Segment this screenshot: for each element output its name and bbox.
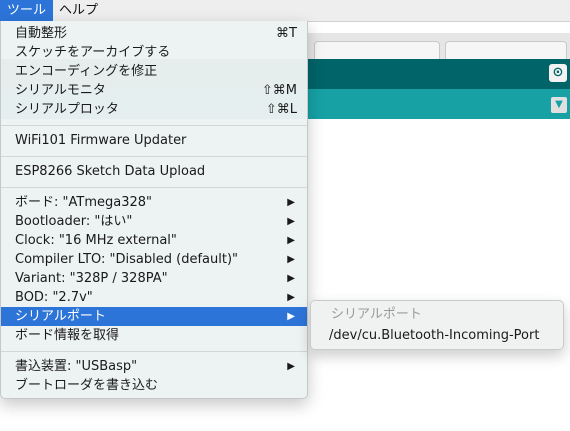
shortcut-label: ⌘T bbox=[276, 26, 297, 41]
port-item[interactable]: /dev/cu.Bluetooth-Incoming-Port bbox=[311, 326, 563, 346]
serial-monitor-icon[interactable]: ⊙ bbox=[549, 64, 567, 82]
menu-item-label: ブートローダを書き込む bbox=[15, 378, 159, 393]
submenu-arrow-icon: ▶ bbox=[287, 361, 295, 372]
menu-item-burn-bootloader[interactable]: ブートローダを書き込む bbox=[1, 376, 307, 395]
tools-menu: 自動整形 ⌘T スケッチをアーカイブする エンコーディングを修正 シリアルモニタ… bbox=[0, 21, 308, 399]
menu-item-serial-monitor[interactable]: シリアルモニタ ⇧⌘M bbox=[1, 81, 307, 100]
menu-item-label: Clock: "16 MHz external" bbox=[15, 233, 177, 248]
menu-item-bootloader[interactable]: Bootloader: "はい" ▶ bbox=[1, 212, 307, 231]
menu-item-label: シリアルプロッタ bbox=[15, 102, 119, 117]
menu-separator bbox=[1, 125, 307, 126]
shortcut-label: ⇧⌘M bbox=[261, 83, 297, 98]
menu-item-fix-encoding[interactable]: エンコーディングを修正 bbox=[1, 62, 307, 81]
menu-item-clock[interactable]: Clock: "16 MHz external" ▶ bbox=[1, 231, 307, 250]
menu-item-serial-port[interactable]: シリアルポート ▶ bbox=[1, 307, 307, 326]
menu-item-serial-plotter[interactable]: シリアルプロッタ ⇧⌘L bbox=[1, 100, 307, 119]
shortcut-label: ⇧⌘L bbox=[265, 102, 297, 117]
menu-item-label: シリアルポート bbox=[15, 309, 106, 324]
menu-item-compiler-lto[interactable]: Compiler LTO: "Disabled (default)" ▶ bbox=[1, 250, 307, 269]
menu-separator bbox=[1, 187, 307, 188]
submenu-arrow-icon: ▶ bbox=[287, 197, 295, 208]
menu-separator bbox=[1, 351, 307, 352]
menu-item-label: Variant: "328P / 328PA" bbox=[15, 271, 168, 286]
menu-item-esp8266-upload[interactable]: ESP8266 Sketch Data Upload bbox=[1, 162, 307, 181]
menu-item-label: BOD: "2.7v" bbox=[15, 290, 93, 305]
menu-help[interactable]: ヘルプ bbox=[52, 0, 105, 21]
submenu-arrow-icon: ▶ bbox=[287, 311, 295, 322]
menu-item-label: 書込装置: "USBasp" bbox=[15, 359, 138, 374]
submenu-arrow-icon: ▶ bbox=[287, 292, 295, 303]
menu-tools[interactable]: ツール bbox=[0, 0, 54, 21]
menu-item-programmer[interactable]: 書込装置: "USBasp" ▶ bbox=[1, 357, 307, 376]
menu-item-label: Bootloader: "はい" bbox=[15, 214, 133, 229]
menu-item-label: ESP8266 Sketch Data Upload bbox=[15, 164, 206, 179]
menu-item-label: シリアルモニタ bbox=[15, 83, 106, 98]
menu-item-label: スケッチをアーカイブする bbox=[15, 45, 171, 60]
menu-separator bbox=[1, 156, 307, 157]
tab-strip bbox=[300, 33, 570, 62]
menu-item-wifi101-updater[interactable]: WiFi101 Firmware Updater bbox=[1, 131, 307, 150]
menu-item-label: Compiler LTO: "Disabled (default)" bbox=[15, 252, 239, 267]
menu-item-label: ボード: "ATmega328" bbox=[15, 195, 152, 210]
menu-item-board[interactable]: ボード: "ATmega328" ▶ bbox=[1, 193, 307, 212]
menu-item-label: エンコーディングを修正 bbox=[15, 64, 158, 79]
tab-menu-dropdown-icon[interactable]: ▼ bbox=[551, 97, 567, 113]
menu-item-label: WiFi101 Firmware Updater bbox=[15, 133, 187, 148]
menu-item-auto-format[interactable]: 自動整形 ⌘T bbox=[1, 24, 307, 43]
menu-item-board-info[interactable]: ボード情報を取得 bbox=[1, 326, 307, 345]
menu-item-variant[interactable]: Variant: "328P / 328PA" ▶ bbox=[1, 269, 307, 288]
submenu-arrow-icon: ▶ bbox=[287, 235, 295, 246]
menu-item-label: ボード情報を取得 bbox=[15, 328, 120, 343]
submenu-arrow-icon: ▶ bbox=[287, 254, 295, 265]
serial-port-submenu: シリアルポート /dev/cu.Bluetooth-Incoming-Port bbox=[310, 300, 564, 350]
submenu-arrow-icon: ▶ bbox=[287, 273, 295, 284]
menu-item-bod[interactable]: BOD: "2.7v" ▶ bbox=[1, 288, 307, 307]
submenu-arrow-icon: ▶ bbox=[287, 216, 295, 227]
menu-item-label: 自動整形 bbox=[15, 26, 68, 41]
menu-bar: ツール ヘルプ bbox=[0, 0, 570, 22]
submenu-header: シリアルポート bbox=[331, 307, 422, 322]
menu-item-archive-sketch[interactable]: スケッチをアーカイブする bbox=[1, 43, 307, 62]
